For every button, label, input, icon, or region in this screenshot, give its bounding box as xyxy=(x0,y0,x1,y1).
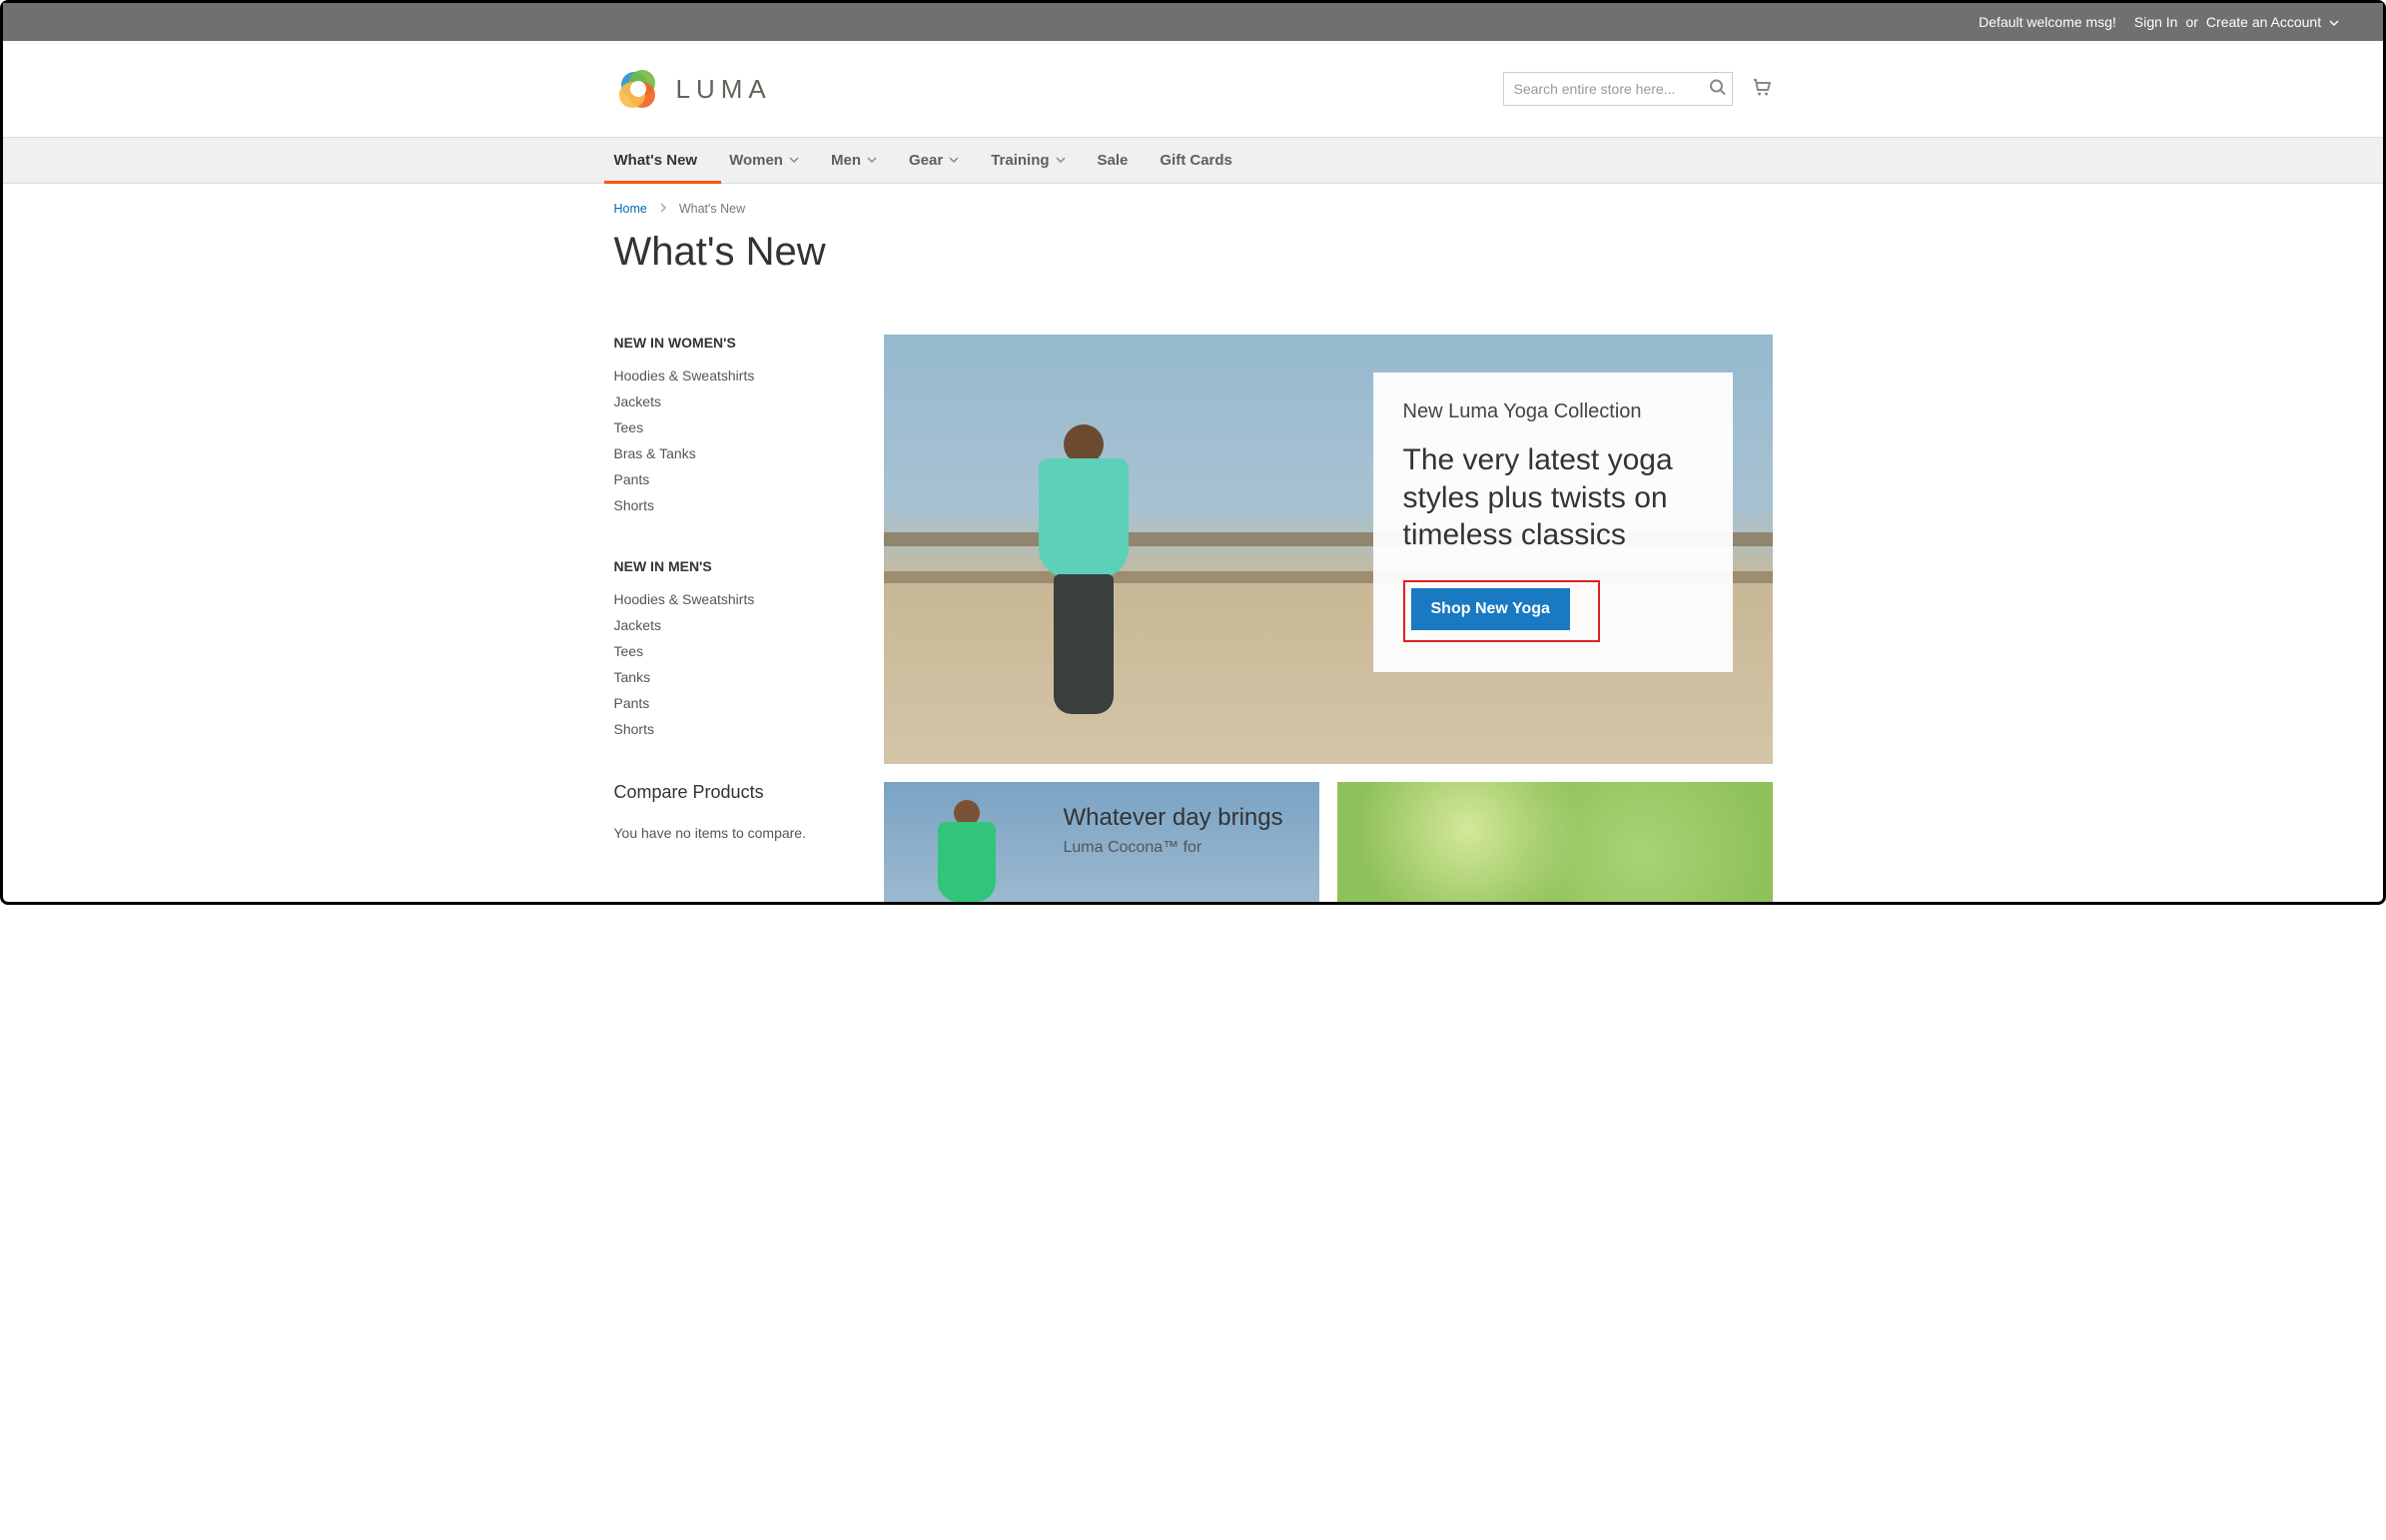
sidebar-link[interactable]: Jackets xyxy=(614,612,844,638)
breadcrumb: Home What's New xyxy=(614,202,1773,216)
sidebar-link[interactable]: Hoodies & Sweatshirts xyxy=(614,586,844,612)
sidebar-link[interactable]: Tanks xyxy=(614,664,844,690)
sidebar: NEW IN WOMEN'SHoodies & SweatshirtsJacke… xyxy=(614,335,844,902)
promo-row: Whatever day brings Luma Cocona™ for xyxy=(884,782,1773,902)
nav-item-training[interactable]: Training xyxy=(975,138,1081,183)
chevron-down-icon xyxy=(1056,155,1066,167)
cart-icon xyxy=(1751,85,1773,102)
sidebar-link[interactable]: Jackets xyxy=(614,388,844,414)
main-nav: What's New Women Men Gear Training Sale Gift C… xyxy=(3,137,2383,184)
nav-item-men[interactable]: Men xyxy=(815,138,893,183)
promo-tile-left[interactable]: Whatever day brings Luma Cocona™ for xyxy=(884,782,1319,902)
chevron-down-icon xyxy=(949,155,959,167)
sidebar-heading: NEW IN MEN'S xyxy=(614,558,844,574)
hero-person-graphic xyxy=(1004,424,1164,724)
sidebar-list: Hoodies & SweatshirtsJacketsTeesBras & T… xyxy=(614,363,844,518)
sidebar-link[interactable]: Shorts xyxy=(614,716,844,742)
promo-info-text: New Luma Yoga Collection xyxy=(1403,400,1703,423)
shop-new-yoga-button[interactable]: Shop New Yoga xyxy=(1411,588,1570,630)
tile-trees-graphic xyxy=(1337,782,1773,902)
chevron-down-icon xyxy=(789,155,799,167)
search-icon xyxy=(1709,85,1727,100)
breadcrumb-current: What's New xyxy=(679,202,745,216)
sidebar-heading: NEW IN WOMEN'S xyxy=(614,335,844,351)
sidebar-link[interactable]: Hoodies & Sweatshirts xyxy=(614,363,844,388)
sidebar-block: NEW IN MEN'S Hoodies & SweatshirtsJackets… xyxy=(614,558,844,742)
cart-button[interactable] xyxy=(1751,76,1773,103)
welcome-message: Default welcome msg! xyxy=(1979,14,2116,30)
nav-item-label: Gear xyxy=(909,152,943,169)
sidebar-list: Hoodies & SweatshirtsJacketsTeesTanksPan… xyxy=(614,586,844,742)
nav-item-what-s-new[interactable]: What's New xyxy=(614,138,714,183)
sidebar-link[interactable]: Pants xyxy=(614,466,844,492)
sidebar-link[interactable]: Shorts xyxy=(614,492,844,518)
main-content: New Luma Yoga Collection The very latest… xyxy=(884,335,1773,902)
tile-person-graphic xyxy=(932,800,1002,902)
nav-item-label: Gift Cards xyxy=(1160,152,1232,169)
sidebar-link[interactable]: Bras & Tanks xyxy=(614,440,844,466)
nav-item-label: Women xyxy=(729,152,783,169)
promo-tile-right[interactable] xyxy=(1337,782,1773,902)
search-input[interactable] xyxy=(1503,72,1733,106)
separator-or: or xyxy=(2185,14,2197,30)
compare-block: Compare Products You have no items to co… xyxy=(614,782,844,841)
breadcrumb-home[interactable]: Home xyxy=(614,202,647,216)
search-box xyxy=(1503,72,1733,106)
promo-title-text: The very latest yoga styles plus twists … xyxy=(1403,441,1703,554)
promo-card: New Luma Yoga Collection The very latest… xyxy=(1373,373,1733,672)
chevron-down-icon xyxy=(867,155,877,167)
sidebar-block: NEW IN WOMEN'S Hoodies & SweatshirtsJacke… xyxy=(614,335,844,518)
compare-title: Compare Products xyxy=(614,782,844,803)
create-account-link[interactable]: Create an Account xyxy=(2206,14,2339,30)
sidebar-link[interactable]: Pants xyxy=(614,690,844,716)
compare-empty-message: You have no items to compare. xyxy=(614,825,844,841)
header: LUMA xyxy=(3,41,2383,137)
logo-mark-icon xyxy=(614,65,662,113)
promo-hero[interactable]: New Luma Yoga Collection The very latest… xyxy=(884,335,1773,764)
chevron-down-icon xyxy=(2329,14,2339,30)
logo-text: LUMA xyxy=(676,74,772,105)
search-button[interactable] xyxy=(1709,79,1727,100)
sidebar-link[interactable]: Tees xyxy=(614,638,844,664)
nav-item-label: Training xyxy=(991,152,1049,169)
logo[interactable]: LUMA xyxy=(614,65,772,113)
sidebar-link[interactable]: Tees xyxy=(614,414,844,440)
nav-item-sale[interactable]: Sale xyxy=(1082,138,1145,183)
nav-item-label: Sale xyxy=(1098,152,1129,169)
nav-item-gear[interactable]: Gear xyxy=(893,138,975,183)
nav-item-women[interactable]: Women xyxy=(713,138,815,183)
nav-item-gift-cards[interactable]: Gift Cards xyxy=(1144,138,1248,183)
chevron-right-icon xyxy=(659,203,667,216)
promo-tile-title: Whatever day brings xyxy=(1064,804,1299,833)
promo-tile-sub: Luma Cocona™ for xyxy=(1064,839,1299,857)
promo-button-highlight: Shop New Yoga xyxy=(1403,580,1600,642)
create-account-label: Create an Account xyxy=(2206,14,2321,30)
sign-in-link[interactable]: Sign In xyxy=(2134,14,2178,30)
nav-item-label: What's New xyxy=(614,152,698,169)
nav-item-label: Men xyxy=(831,152,861,169)
page-title: What's New xyxy=(614,230,1773,275)
top-bar: Default welcome msg! Sign In or Create a… xyxy=(3,3,2383,41)
